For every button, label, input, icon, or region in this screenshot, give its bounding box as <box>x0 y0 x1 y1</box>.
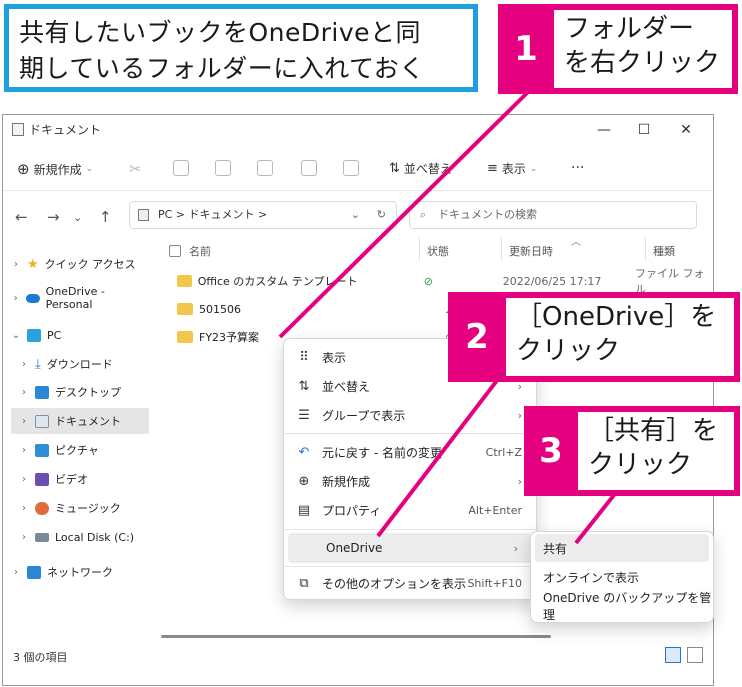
step-text-line-2: クリック <box>588 450 693 480</box>
step-number: 1 <box>514 29 538 69</box>
step-3-callout: 3 ［共有］を クリック <box>524 406 740 496</box>
instruction-callout: 共有したいブックをOneDriveと同 期しているフォルダーに入れておく <box>4 4 478 92</box>
step-text-line-1: フォルダー <box>564 14 695 44</box>
step-text-line-1: ［OneDrive］を <box>516 302 717 332</box>
step-2-callout: 2 ［OneDrive］を クリック <box>448 292 740 382</box>
step-1-callout: 1 フォルダー を右クリック <box>498 4 738 94</box>
step3-pointer-line <box>574 493 616 545</box>
instruction-line-1: 共有したいブックをOneDriveと同 <box>19 18 422 47</box>
step2-pointer-line <box>376 368 507 538</box>
step-number: 2 <box>465 317 489 357</box>
step-text-line-1: ［共有］を <box>588 416 719 446</box>
step-text-line-2: を右クリック <box>564 48 721 78</box>
step-number: 3 <box>539 431 563 471</box>
instruction-line-2: 期しているフォルダーに入れておく <box>19 54 425 83</box>
step-text-line-2: クリック <box>516 336 621 366</box>
